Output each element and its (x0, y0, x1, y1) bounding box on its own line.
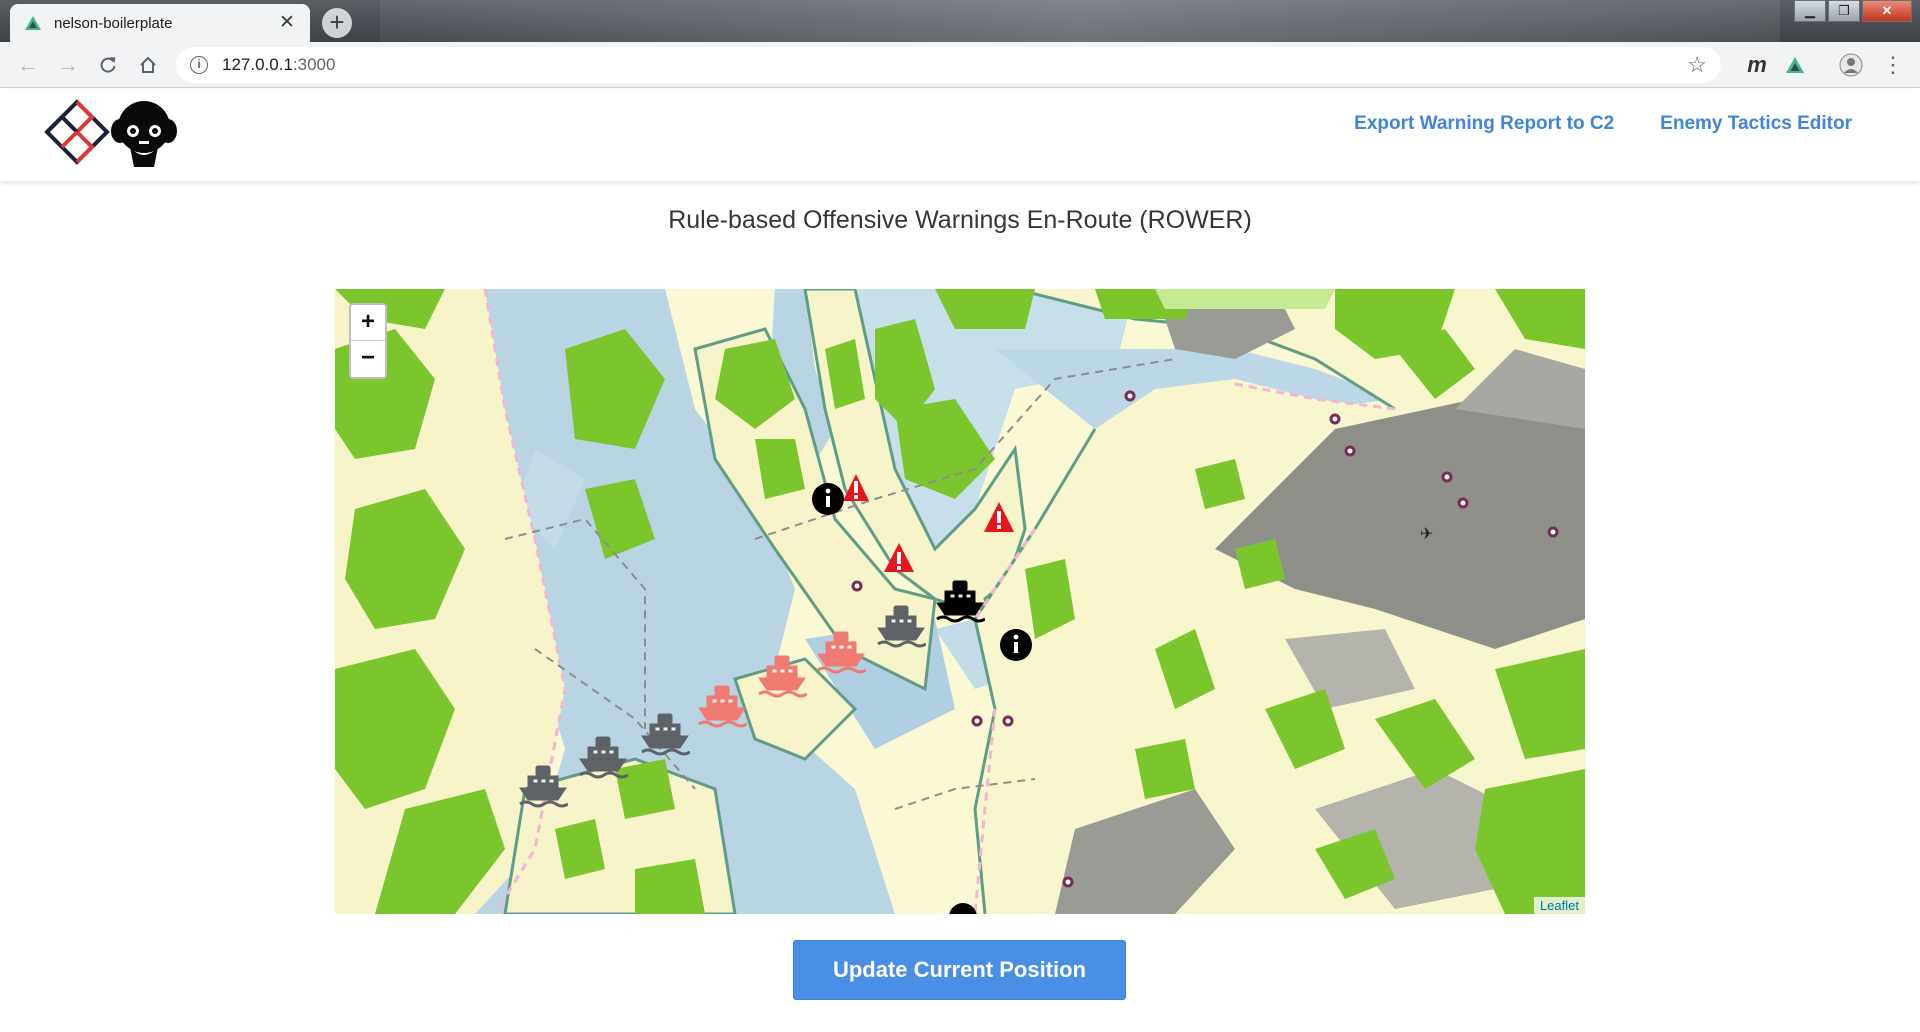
zoom-in-button[interactable]: + (351, 305, 385, 341)
update-current-position-button[interactable]: Update Current Position (793, 940, 1126, 1000)
airport-icon: ✈ (1420, 526, 1433, 543)
maximize-button[interactable]: ❐ (1828, 0, 1860, 22)
browser-tab[interactable]: nelson-boilerplate ✕ (10, 4, 310, 42)
info-icon[interactable] (949, 903, 977, 914)
window-background (380, 0, 1780, 42)
bookmark-star-icon[interactable]: ☆ (1687, 52, 1707, 78)
extension-m-icon[interactable]: m (1742, 50, 1772, 80)
site-info-icon[interactable]: i (190, 56, 208, 74)
browser-menu-icon[interactable]: ⋮ (1880, 50, 1906, 80)
enemy-tactics-editor-link[interactable]: Enemy Tactics Editor (1660, 113, 1852, 135)
zoom-out-button[interactable]: − (351, 341, 385, 377)
close-window-button[interactable]: ✕ (1862, 0, 1912, 22)
app-favicon-icon (25, 16, 41, 30)
map-attribution-link[interactable]: Leaflet (1533, 897, 1585, 914)
window-controls: ▁ ❐ ✕ (1792, 0, 1912, 22)
minimize-button[interactable]: ▁ (1794, 0, 1826, 22)
export-warning-report-link[interactable]: Export Warning Report to C2 (1354, 113, 1614, 135)
zoom-control: + − (349, 303, 387, 379)
info-icon[interactable] (1000, 629, 1032, 661)
mask-logo-icon (111, 101, 177, 167)
forward-icon[interactable]: → (48, 45, 88, 85)
header-nav: Export Warning Report to C2 Enemy Tactic… (1354, 113, 1852, 135)
app-header: Export Warning Report to C2 Enemy Tactic… (0, 89, 1920, 181)
url-text: 127.0.0.1:3000 (222, 55, 335, 75)
browser-tabstrip: nelson-boilerplate ✕ + ▁ ❐ ✕ (0, 0, 1920, 42)
page-title: Rule-based Offensive Warnings En-Route (… (668, 206, 1252, 234)
reload-icon[interactable] (88, 45, 128, 85)
address-bar[interactable]: i 127.0.0.1:3000 ☆ (176, 47, 1721, 83)
map-view[interactable]: ✈ + − Leaflet (335, 289, 1585, 914)
tab-close-icon[interactable]: ✕ (276, 12, 298, 34)
back-icon[interactable]: ← (8, 45, 48, 85)
diamond-logo-icon (44, 99, 110, 165)
map-tiles: ✈ (335, 289, 1585, 914)
browser-toolbar: ← → i 127.0.0.1:3000 ☆ m ⋮ (0, 42, 1920, 88)
new-tab-button[interactable]: + (322, 8, 352, 38)
info-icon[interactable] (812, 483, 844, 515)
home-icon[interactable] (128, 45, 168, 85)
extension-vue-icon[interactable] (1780, 50, 1810, 80)
url-port: :3000 (292, 55, 336, 74)
profile-avatar[interactable] (1836, 50, 1866, 80)
url-host: 127.0.0.1 (222, 55, 293, 74)
tab-title: nelson-boilerplate (54, 14, 173, 32)
